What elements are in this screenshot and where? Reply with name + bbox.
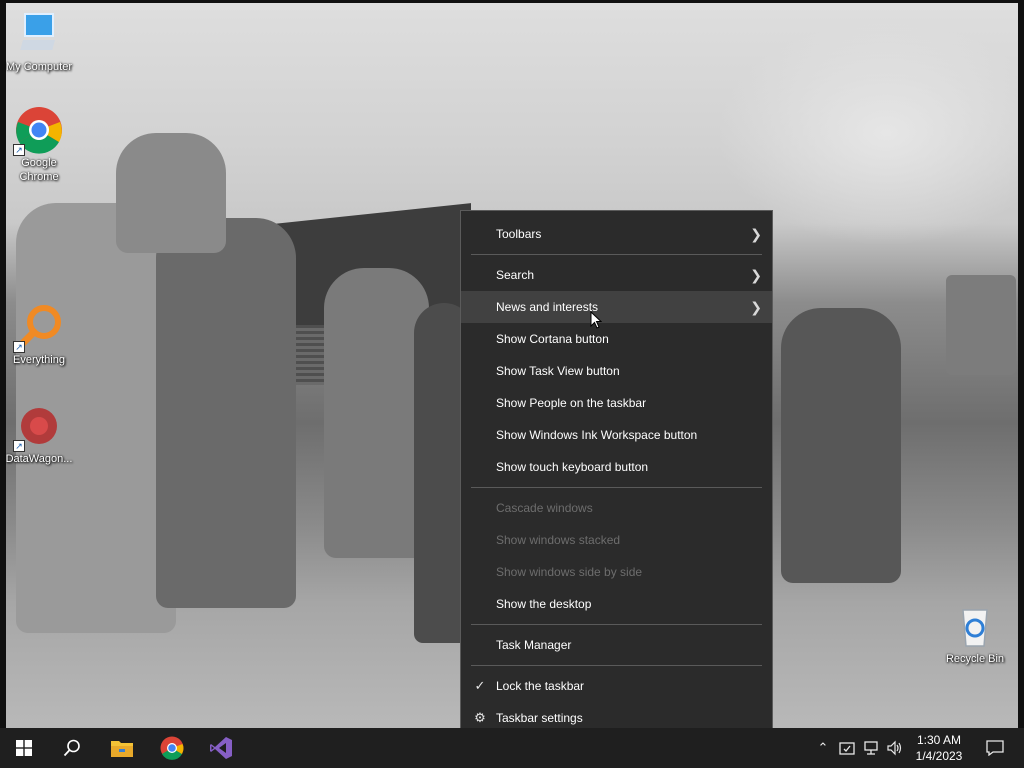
desktop-icon-datawagon[interactable]: ↗ DataWagon... <box>1 402 77 466</box>
menu-item-label: Search <box>496 268 535 282</box>
chrome-icon <box>160 736 184 760</box>
everything-search-icon: ↗ <box>13 303 63 353</box>
taskbar[interactable]: ⌃ 1:30 AM 1/4/2023 <box>0 728 1024 768</box>
menu-item-search[interactable]: Search ❯ <box>461 259 772 291</box>
menu-item-show-windows-ink[interactable]: Show Windows Ink Workspace button <box>461 419 772 451</box>
wallpaper-figure <box>116 133 226 253</box>
start-button[interactable] <box>0 728 48 768</box>
tray-network[interactable] <box>860 728 882 768</box>
menu-item-label: Show Windows Ink Workspace button <box>496 428 698 442</box>
menu-item-label: Task Manager <box>496 638 572 652</box>
wallpaper-figure <box>156 218 296 608</box>
shortcut-arrow-icon: ↗ <box>13 341 25 353</box>
menu-item-label: Show the desktop <box>496 597 592 611</box>
menu-separator <box>471 624 762 625</box>
chevron-right-icon: ❯ <box>750 267 762 283</box>
menu-item-show-windows-side-by-side: Show windows side by side <box>461 556 772 588</box>
desktop-icon-label: DataWagon... <box>5 453 73 465</box>
taskbar-chrome[interactable] <box>148 728 196 768</box>
menu-item-cascade-windows: Cascade windows <box>461 492 772 524</box>
computer-icon <box>15 10 63 58</box>
chrome-icon: ↗ <box>13 106 63 156</box>
desktop-icon-label: Everything <box>13 354 65 366</box>
wallpaper-ship-right <box>946 275 1016 375</box>
show-hidden-icons-button[interactable]: ⌃ <box>812 728 834 768</box>
menu-item-label: Show Task View button <box>496 364 620 378</box>
menu-separator <box>471 665 762 666</box>
shortcut-arrow-icon: ↗ <box>13 144 25 156</box>
menu-item-toolbars[interactable]: Toolbars ❯ <box>461 218 772 250</box>
mouse-cursor-icon <box>590 311 602 329</box>
menu-item-show-people[interactable]: Show People on the taskbar <box>461 387 772 419</box>
search-icon <box>63 739 80 757</box>
desktop-icon-everything[interactable]: ↗ Everything <box>1 303 77 367</box>
menu-item-news-and-interests[interactable]: News and interests ❯ <box>461 291 772 323</box>
taskbar-file-explorer[interactable] <box>98 728 146 768</box>
menu-separator <box>471 487 762 488</box>
menu-item-label: Show People on the taskbar <box>496 396 647 410</box>
visual-studio-icon <box>210 737 232 759</box>
menu-item-label: Cascade windows <box>496 501 593 515</box>
action-center-button[interactable] <box>978 728 1012 768</box>
desktop-icon-label: My Computer <box>5 61 73 73</box>
network-icon <box>864 741 878 755</box>
menu-separator <box>471 254 762 255</box>
taskbar-context-menu: Toolbars ❯ Search ❯ News and interests ❯… <box>460 210 773 743</box>
menu-item-task-manager[interactable]: Task Manager <box>461 629 772 661</box>
checkmark-icon: ✓ <box>474 678 486 693</box>
menu-item-show-task-view-button[interactable]: Show Task View button <box>461 355 772 387</box>
search-button[interactable] <box>48 728 96 768</box>
taskbar-visual-studio[interactable] <box>197 728 245 768</box>
menu-item-label: Lock the taskbar <box>496 679 585 693</box>
desktop-icon-google-chrome[interactable]: ↗ Google Chrome <box>1 106 77 184</box>
menu-item-lock-the-taskbar[interactable]: ✓ Lock the taskbar <box>461 670 772 702</box>
menu-item-show-windows-stacked: Show windows stacked <box>461 524 772 556</box>
menu-item-label: Taskbar settings <box>496 711 583 725</box>
clock-time: 1:30 AM <box>916 733 962 747</box>
wallpaper-figure <box>781 308 901 583</box>
windows-start-icon <box>16 740 32 756</box>
menu-item-label: Show Cortana button <box>496 332 609 346</box>
file-explorer-icon <box>111 741 133 757</box>
shortcut-arrow-icon: ↗ <box>13 440 25 452</box>
datawagon-icon: ↗ <box>13 402 63 452</box>
menu-item-label: Show windows stacked <box>496 533 621 547</box>
chevron-up-icon: ⌃ <box>817 740 829 755</box>
menu-item-label: Show touch keyboard button <box>496 460 649 474</box>
taskbar-clock[interactable]: 1:30 AM 1/4/2023 <box>900 732 978 764</box>
tray-security[interactable] <box>836 728 858 768</box>
chevron-right-icon: ❯ <box>750 226 762 242</box>
action-center-icon <box>986 740 1004 756</box>
clock-date: 1/4/2023 <box>915 749 963 763</box>
menu-item-show-the-desktop[interactable]: Show the desktop <box>461 588 772 620</box>
desktop-icon-label: Recycle Bin <box>945 653 1005 665</box>
menu-item-label: Toolbars <box>496 227 542 241</box>
desktop-icon-recycle-bin[interactable]: Recycle Bin <box>937 602 1013 666</box>
menu-item-label: News and interests <box>496 300 599 314</box>
desktop-icon-label: Google Chrome <box>19 157 59 183</box>
desktop-icon-my-computer[interactable]: My Computer <box>1 10 77 74</box>
menu-item-label: Show windows side by side <box>496 565 643 579</box>
security-icon <box>839 742 855 755</box>
menu-item-show-cortana-button[interactable]: Show Cortana button <box>461 323 772 355</box>
menu-item-show-touch-keyboard[interactable]: Show touch keyboard button <box>461 451 772 483</box>
recycle-bin-icon <box>951 602 999 650</box>
chevron-right-icon: ❯ <box>750 299 762 315</box>
